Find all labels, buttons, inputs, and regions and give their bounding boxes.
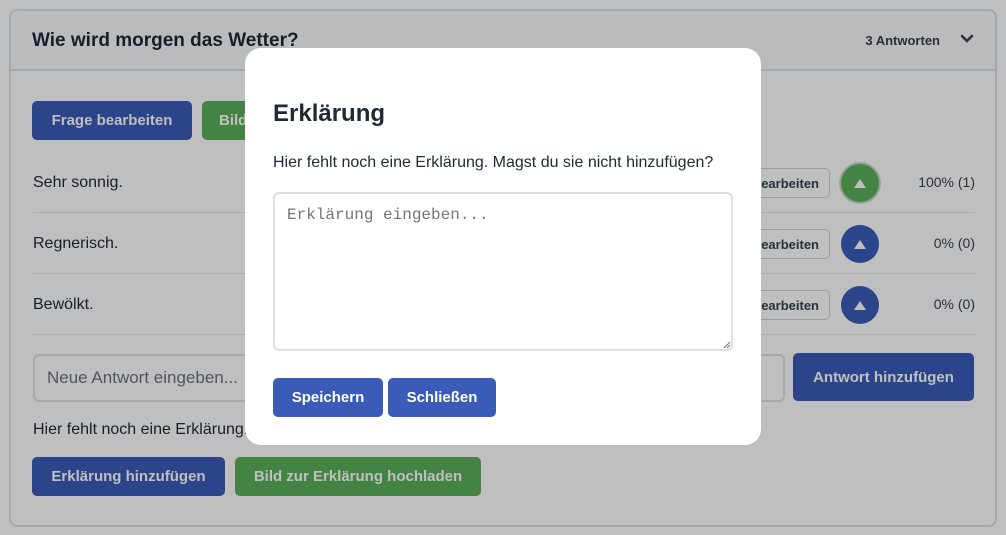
save-button[interactable]: Speichern [273, 378, 383, 417]
resize-grip-icon[interactable] [721, 339, 731, 349]
explanation-modal: Erklärung Hier fehlt noch eine Erklärung… [245, 48, 761, 445]
modal-description: Hier fehlt noch eine Erklärung. Magst du… [273, 154, 714, 171]
modal-title: Erklärung [273, 100, 386, 127]
close-button[interactable]: Schließen [388, 378, 496, 417]
explanation-textarea[interactable] [273, 192, 733, 351]
